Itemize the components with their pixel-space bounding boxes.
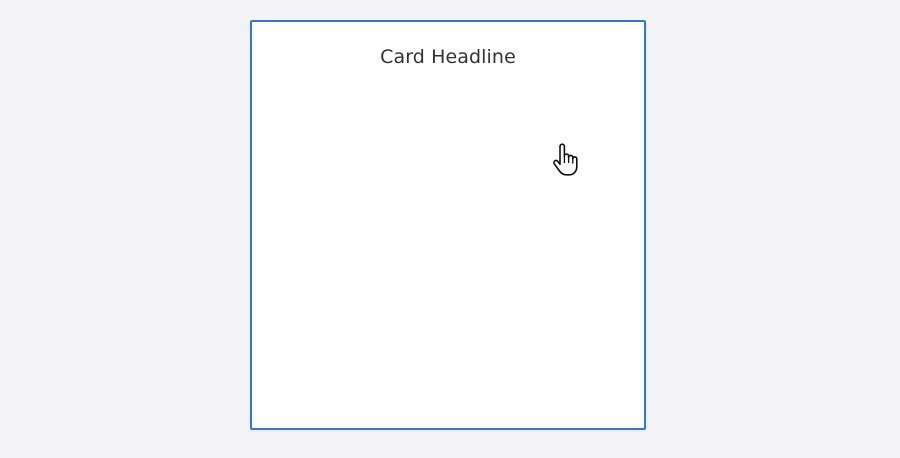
page-canvas: Card Headline [0, 0, 900, 458]
card[interactable]: Card Headline [250, 20, 646, 430]
card-headline: Card Headline [380, 46, 516, 68]
